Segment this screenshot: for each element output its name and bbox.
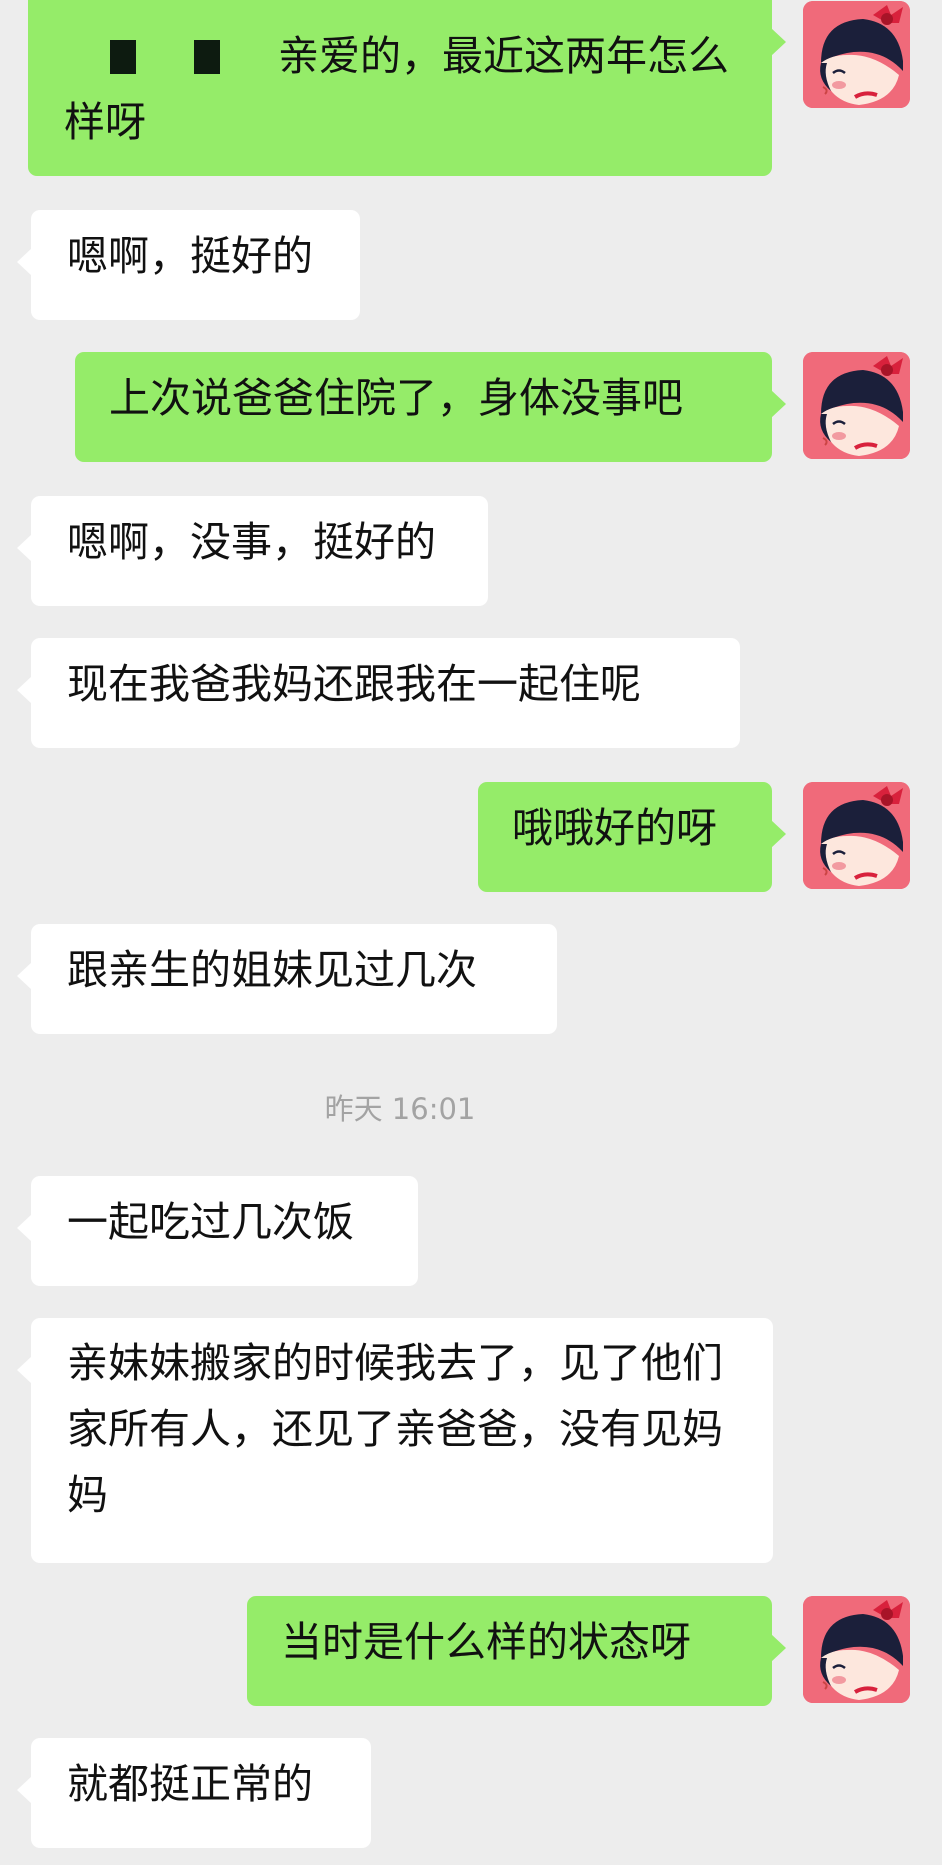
message-bubble-incoming[interactable]: 嗯啊，没事，挺好的 [17,496,488,606]
chat-window: 亲爱的，最近这两年怎么样呀 嗯啊，挺好的 上次说爸爸住院了，身体没事吧 嗯啊，没… [0,0,942,1865]
message-bubble-incoming[interactable]: 一起吃过几次饭 [17,1176,418,1286]
avatar[interactable] [803,1,910,108]
message-text: 嗯啊，挺好的 [67,232,313,280]
cartoon-girl-avatar-icon [803,1596,910,1703]
message-bubble-outgoing[interactable]: 亲爱的，最近这两年怎么样呀 [28,0,786,176]
message-text: 跟亲生的姐妹见过几次 [67,946,477,994]
message-text: 现在我爸我妈还跟我在一起住呢 [67,660,641,708]
message-text: 上次说爸爸住院了，身体没事吧 [109,374,683,422]
message-text: 当时是什么样的状态呀 [281,1618,691,1666]
message-text: 一起吃过几次饭 [67,1198,354,1246]
cartoon-girl-avatar-icon [803,1,910,108]
message-text: 就都挺正常的 [67,1760,313,1808]
message-text: 亲爱的，最近这两年怎么样呀 [64,32,729,146]
redacted-name-block [194,40,220,74]
message-bubble-incoming[interactable]: 亲妹妹搬家的时候我去了，见了他们家所有人，还见了亲爸爸，没有见妈妈 [17,1318,773,1563]
message-text: 哦哦好的呀 [512,804,717,852]
cartoon-girl-avatar-icon [803,782,910,889]
avatar[interactable] [803,352,910,459]
message-bubble-outgoing[interactable]: 上次说爸爸住院了，身体没事吧 [75,352,786,462]
cartoon-girl-avatar-icon [803,352,910,459]
message-bubble-incoming[interactable]: 嗯啊，挺好的 [17,210,360,320]
message-bubble-outgoing[interactable]: 当时是什么样的状态呀 [247,1596,786,1706]
redacted-name-block [110,40,136,74]
message-bubble-outgoing[interactable]: 哦哦好的呀 [478,782,786,892]
message-text: 嗯啊，没事，挺好的 [67,518,436,566]
message-bubble-incoming[interactable]: 跟亲生的姐妹见过几次 [17,924,557,1034]
message-bubble-incoming[interactable]: 就都挺正常的 [17,1738,371,1848]
message-bubble-incoming[interactable]: 现在我爸我妈还跟我在一起住呢 [17,638,740,748]
avatar[interactable] [803,782,910,889]
message-text: 亲妹妹搬家的时候我去了，见了他们家所有人，还见了亲爸爸，没有见妈妈 [67,1339,723,1519]
message-timestamp: 昨天 16:01 [324,1092,476,1126]
avatar[interactable] [803,1596,910,1703]
